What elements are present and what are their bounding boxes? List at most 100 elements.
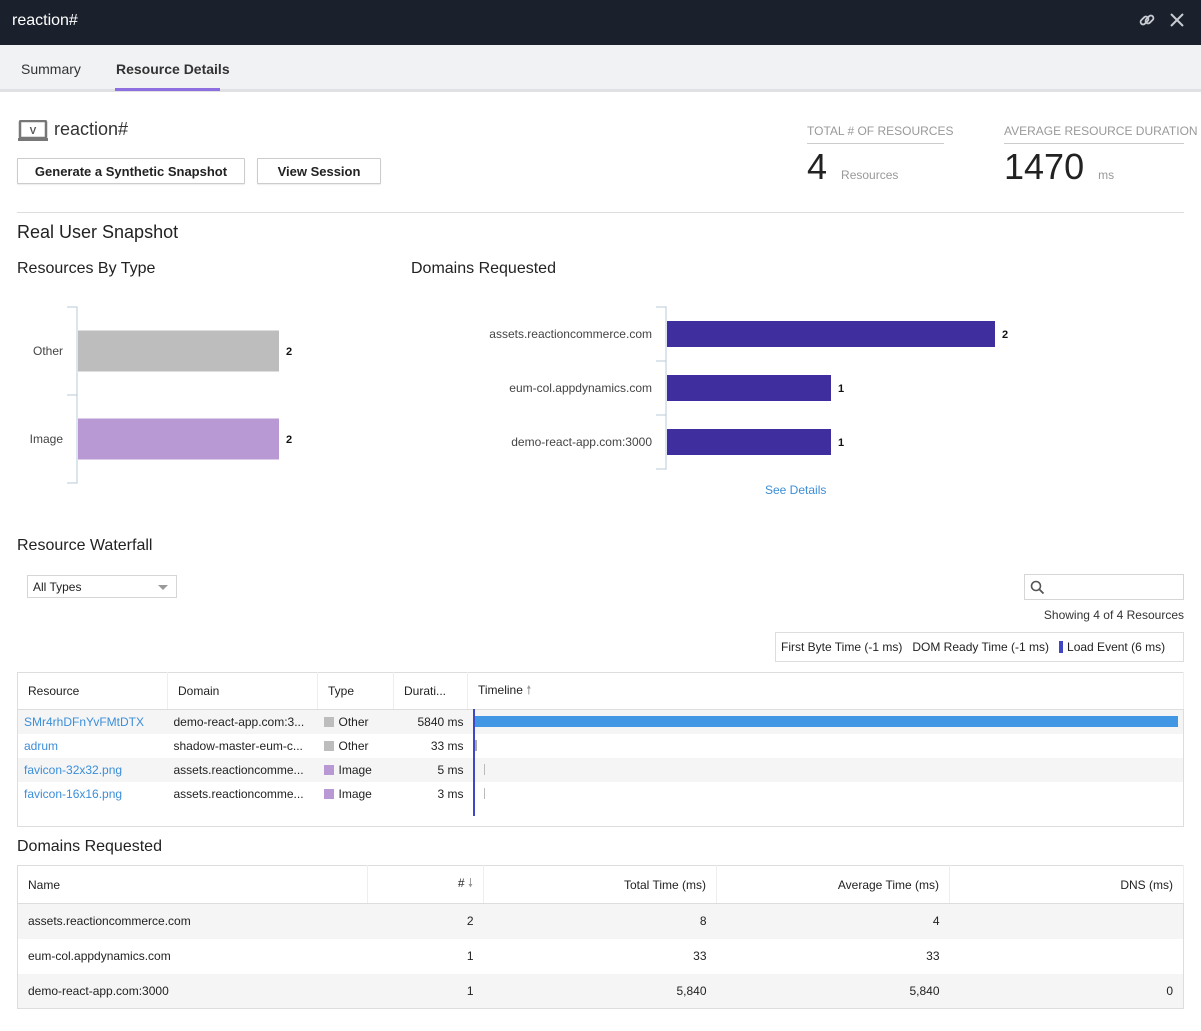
bar[interactable]: [667, 321, 995, 347]
generate-synthetic-snapshot-button[interactable]: Generate a Synthetic Snapshot: [17, 158, 245, 184]
active-tab-indicator: [115, 88, 220, 91]
column-header-average-time[interactable]: Average Time (ms): [716, 865, 950, 904]
search-input[interactable]: [1049, 577, 1179, 597]
category-label: assets.reactioncommerce.com: [489, 327, 652, 341]
y-axis-line: [656, 306, 667, 470]
value-label: 2: [286, 434, 292, 446]
category-label: demo-react-app.com:3000: [511, 435, 652, 449]
stat-unit: Resources: [841, 168, 899, 182]
value-label: 1: [838, 437, 844, 449]
domains-requested-table: Name # 🠗 Total Time (ms) Average Time (m…: [17, 865, 1184, 1009]
see-details-link[interactable]: See Details: [765, 483, 826, 497]
load-event-swatch: [1059, 641, 1064, 653]
divider: [17, 212, 1184, 213]
real-user-snapshot-heading: Real User Snapshot: [17, 222, 179, 242]
stat-total-resources: TOTAL # OF RESOURCES 4 Resources: [807, 124, 953, 188]
resource-waterfall-table: Resource Domain Type Durati... Timeline …: [17, 672, 1184, 827]
value-label: 2: [1002, 329, 1008, 341]
waterfall-row[interactable]: SMr4rhDFnYvFMtDTX demo-react-app.com:3...…: [17, 709, 1184, 816]
value-label: 1: [838, 383, 844, 395]
domain-row[interactable]: demo-react-app.com:3000 1 5,840 5,840 0: [17, 973, 1184, 1009]
resource-waterfall-heading: Resource Waterfall: [17, 537, 153, 554]
stat-average-duration: AVERAGE RESOURCE DURATION 1470 ms: [1004, 124, 1198, 188]
bar[interactable]: [667, 429, 831, 455]
count-header-label: #: [457, 876, 465, 890]
close-icon[interactable]: [1167, 10, 1187, 36]
resource-type-label: Image: [338, 762, 372, 777]
bar[interactable]: [667, 375, 831, 401]
sort-up-icon: 🠕: [526, 682, 532, 697]
domain-average-time: 33: [926, 949, 940, 963]
timeline-legend: First Byte Time (-1 ms) DOM Ready Time (…: [775, 632, 1184, 662]
domain-total-time: 33: [693, 949, 707, 963]
bar[interactable]: [78, 418, 279, 460]
domain-dns: [949, 903, 1184, 939]
timeline-cell: [467, 757, 1184, 782]
domain-name: demo-react-app.com:3000: [17, 973, 368, 1009]
tab-summary[interactable]: Summary: [21, 61, 81, 77]
stat-label: AVERAGE RESOURCE DURATION: [1004, 124, 1198, 144]
domain-row[interactable]: assets.reactioncommerce.com 2 8 4: [17, 903, 1184, 939]
category-label: Image: [30, 432, 64, 446]
resource-link[interactable]: favicon-16x16.png: [24, 787, 122, 801]
resource-domain: assets.reactioncomme...: [173, 786, 304, 801]
resource-duration: 5 ms: [393, 757, 468, 782]
app-name: reaction#: [54, 119, 129, 139]
column-header-type[interactable]: Type: [317, 672, 394, 710]
resource-duration: 5840 ms: [393, 709, 468, 734]
resource-type-label: Image: [338, 786, 372, 801]
timeline-cell: [468, 782, 1184, 806]
column-header-timeline[interactable]: Timeline 🠕: [467, 672, 1184, 710]
legend-dom-ready: DOM Ready Time (-1 ms): [912, 640, 1050, 654]
value-label: 2: [286, 346, 292, 358]
column-header-duration[interactable]: Durati...: [393, 672, 468, 710]
domain-dns: 0: [949, 973, 1184, 1009]
domain-total-time: 8: [483, 903, 717, 939]
link-icon[interactable]: [1137, 10, 1157, 36]
window-title: reaction#: [12, 12, 78, 29]
showing-count: Showing 4 of 4 Resources: [1043, 608, 1184, 622]
resource-link[interactable]: SMr4rhDFnYvFMtDTX: [24, 715, 144, 729]
resource-type-label: Other: [338, 738, 369, 753]
timeline-bar[interactable]: [483, 787, 485, 799]
column-header-name[interactable]: Name: [17, 865, 368, 904]
domain-dns: [950, 939, 1184, 974]
title-bar: reaction#: [0, 0, 1201, 45]
type-swatch: [323, 716, 334, 727]
timeline-bar[interactable]: [483, 763, 485, 775]
domain-name: eum-col.appdynamics.com: [28, 949, 171, 963]
type-filter-select[interactable]: All Types: [27, 575, 177, 598]
domain-row[interactable]: eum-col.appdynamics.com 1 33 33: [18, 939, 1184, 974]
resource-type: Other: [318, 734, 394, 758]
column-header-dns[interactable]: DNS (ms): [949, 865, 1184, 904]
column-header-resource[interactable]: Resource: [17, 672, 168, 710]
waterfall-row[interactable]: adrum shadow-master-eum-c... Other 33 ms: [18, 734, 1184, 758]
stat-label: TOTAL # OF RESOURCES: [807, 124, 953, 144]
type-filter-value: All Types: [33, 580, 82, 594]
column-header-domain[interactable]: Domain: [167, 672, 318, 710]
timeline-cell: [467, 709, 1184, 816]
column-header-count[interactable]: # 🠗: [367, 865, 484, 904]
timeline-bar[interactable]: [473, 716, 1178, 727]
column-header-total-time[interactable]: Total Time (ms): [483, 865, 717, 904]
domains-requested-chart-heading: Domains Requested: [411, 260, 556, 277]
load-event-marker: [472, 709, 475, 816]
browser-app-icon: V: [18, 120, 48, 141]
domain-name: assets.reactioncommerce.com: [17, 903, 368, 939]
chevron-down-icon: [158, 585, 168, 590]
tab-resource-details[interactable]: Resource Details: [116, 61, 230, 77]
resource-link[interactable]: adrum: [24, 739, 58, 753]
legend-first-byte: First Byte Time (-1 ms): [781, 640, 903, 654]
resource-link[interactable]: favicon-32x32.png: [24, 763, 122, 777]
resource-type: Image: [318, 782, 394, 806]
svg-text:V: V: [30, 126, 37, 137]
bar[interactable]: [78, 330, 279, 372]
domain-count: 2: [367, 903, 484, 939]
resource-type: Other: [317, 709, 394, 734]
domains-requested-table-heading: Domains Requested: [17, 838, 162, 855]
view-session-button[interactable]: View Session: [257, 158, 381, 184]
search-box[interactable]: [1024, 574, 1184, 600]
waterfall-row[interactable]: favicon-16x16.png assets.reactioncomme...…: [18, 782, 1184, 806]
waterfall-row[interactable]: favicon-32x32.png assets.reactioncomme...…: [17, 757, 1184, 782]
resource-type-label: Other: [338, 714, 369, 729]
